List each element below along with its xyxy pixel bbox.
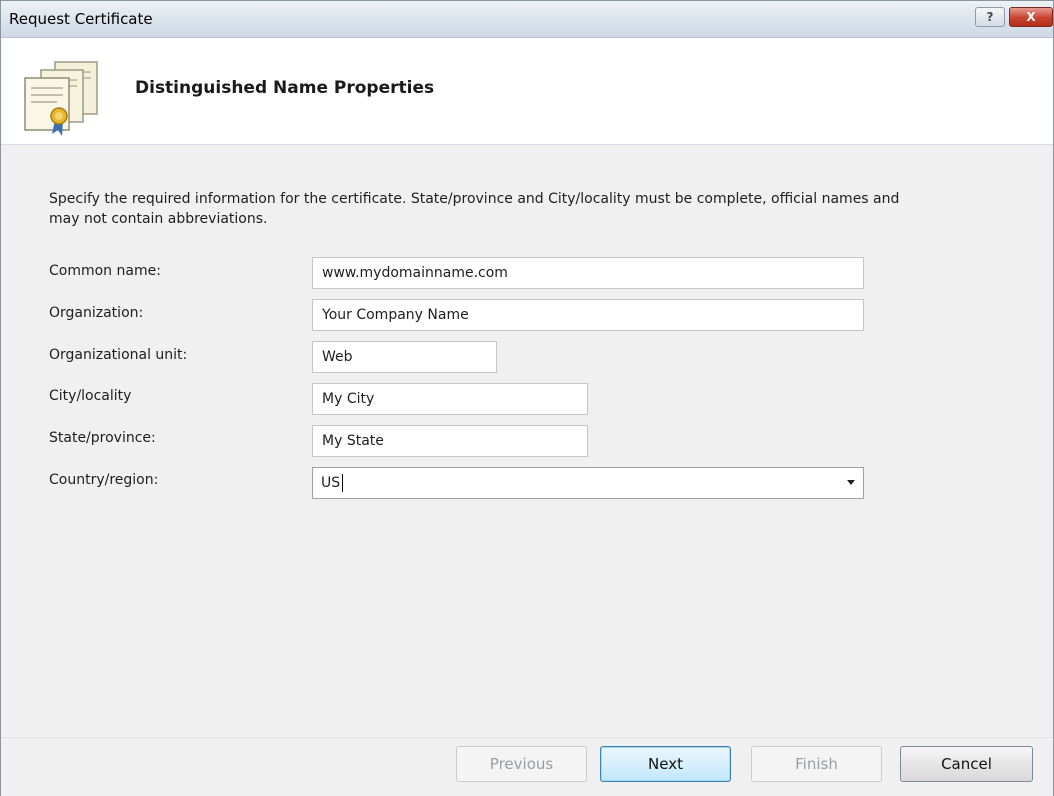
help-button[interactable]: ? — [975, 7, 1005, 27]
close-button[interactable]: X — [1009, 7, 1053, 27]
text-caret — [342, 474, 343, 492]
common-name-label: Common name: — [49, 263, 161, 279]
organizational-unit-input[interactable]: Web — [312, 341, 497, 373]
help-icon: ? — [986, 10, 994, 24]
organization-label: Organization: — [49, 305, 144, 321]
common-name-input[interactable]: www.mydomainname.com — [312, 257, 864, 289]
organization-input[interactable]: Your Company Name — [312, 299, 864, 331]
country-region-select[interactable]: US — [312, 467, 864, 499]
wizard-header: Distinguished Name Properties — [1, 38, 1053, 145]
finish-button[interactable]: Finish — [751, 746, 882, 782]
country-region-value: US — [321, 475, 341, 491]
window-title: Request Certificate — [9, 10, 153, 28]
page-title: Distinguished Name Properties — [135, 78, 435, 98]
organizational-unit-label: Organizational unit: — [49, 347, 188, 363]
country-region-label: Country/region: — [49, 472, 159, 488]
previous-button[interactable]: Previous — [456, 746, 587, 782]
city-locality-label: City/locality — [49, 388, 132, 404]
state-province-label: State/province: — [49, 430, 156, 446]
next-button[interactable]: Next — [600, 746, 731, 782]
state-province-input[interactable]: My State — [312, 425, 588, 457]
wizard-body: Specify the required information for the… — [1, 145, 1053, 737]
wizard-footer: Previous Next Finish Cancel — [1, 737, 1053, 796]
certificate-icon — [24, 61, 98, 136]
request-certificate-dialog: Request Certificate ? X Distinguished Na… — [0, 0, 1054, 796]
chevron-down-icon[interactable] — [847, 480, 855, 485]
title-bar[interactable]: Request Certificate ? X — [1, 1, 1053, 38]
instructions-text: Specify the required information for the… — [49, 191, 900, 227]
close-icon: X — [1026, 10, 1036, 24]
city-locality-input[interactable]: My City — [312, 383, 588, 415]
cancel-button[interactable]: Cancel — [900, 746, 1033, 782]
